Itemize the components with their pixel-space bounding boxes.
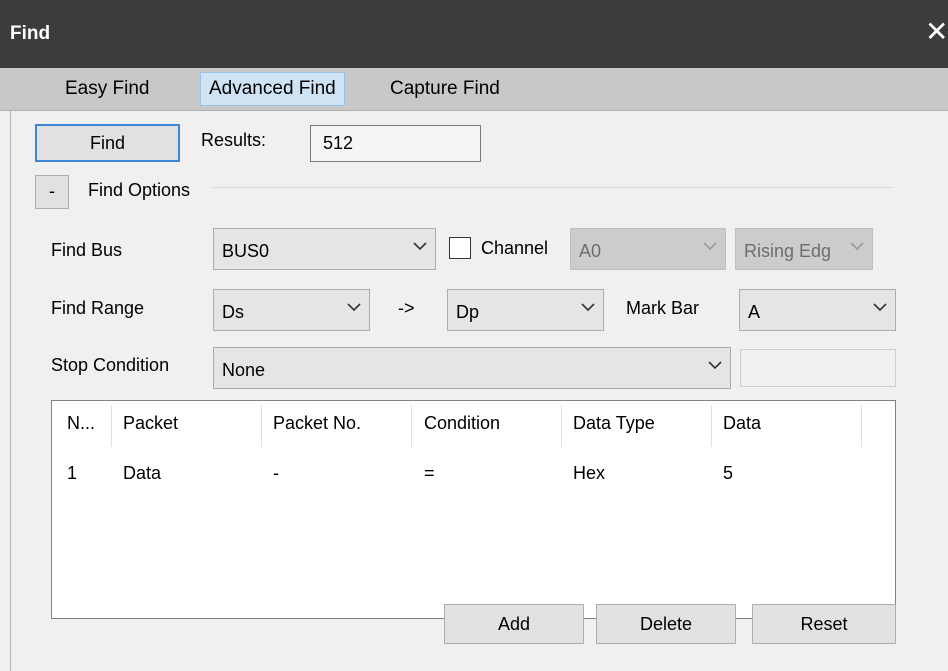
stop-condition-select[interactable]: None <box>213 347 731 389</box>
tab-capture-find[interactable]: Capture Find <box>382 72 508 106</box>
range-from-select[interactable]: Ds <box>213 289 370 331</box>
cell-data-type: Hex <box>573 463 606 483</box>
col-divider[interactable] <box>411 405 412 447</box>
cell-data: 5 <box>723 463 734 483</box>
tab-easy-find[interactable]: Easy Find <box>57 72 157 106</box>
close-icon[interactable]: ✕ <box>925 17 948 47</box>
cell-packet-no: - <box>273 463 279 483</box>
table-row[interactable] <box>52 455 895 491</box>
col-header-data[interactable]: Data <box>723 413 761 434</box>
col-divider[interactable] <box>711 405 712 447</box>
tab-advanced-find[interactable]: Advanced Find <box>200 72 345 106</box>
channel-label: Channel <box>481 238 549 258</box>
find-bus-label: Find Bus <box>51 240 123 260</box>
channel-value: A0 <box>579 241 602 261</box>
range-to-select[interactable]: Dp <box>447 289 604 331</box>
results-label: Results: <box>201 130 267 150</box>
col-header-no[interactable]: N... <box>67 413 95 434</box>
col-header-condition[interactable]: Condition <box>424 413 500 434</box>
add-button[interactable]: Add <box>444 604 584 644</box>
range-arrow: -> <box>398 298 415 318</box>
find-bus-select[interactable]: BUS0 <box>213 228 436 270</box>
chevron-down-icon <box>347 303 361 312</box>
chevron-down-icon <box>703 242 717 251</box>
stop-condition-extra <box>740 349 896 387</box>
mark-bar-label: Mark Bar <box>626 298 700 318</box>
range-from-value: Ds <box>222 302 244 322</box>
edge-value: Rising Edg <box>744 241 832 261</box>
tab-strip: Easy Find Advanced Find Capture Find <box>0 68 948 111</box>
cell-packet: Data <box>123 463 162 483</box>
find-options-label: Find Options <box>88 180 191 200</box>
reset-button[interactable]: Reset <box>752 604 896 644</box>
col-header-data-type[interactable]: Data Type <box>573 413 655 434</box>
col-divider[interactable] <box>861 405 862 447</box>
chevron-down-icon <box>581 303 595 312</box>
results-value: 512 <box>310 125 481 162</box>
collapse-button[interactable]: - <box>35 175 69 209</box>
title-bar: Find ✕ <box>0 0 948 68</box>
cell-no: 1 <box>67 463 78 483</box>
cell-condition: = <box>424 463 435 483</box>
col-divider[interactable] <box>261 405 262 447</box>
edge-select[interactable]: Rising Edg <box>735 228 873 270</box>
window-title: Find <box>10 23 51 44</box>
mark-bar-value: A <box>748 302 761 322</box>
range-to-value: Dp <box>456 302 480 322</box>
chevron-down-icon <box>873 303 887 312</box>
col-header-packet-no[interactable]: Packet No. <box>273 413 361 434</box>
stop-condition-label: Stop Condition <box>51 355 170 375</box>
find-range-label: Find Range <box>51 298 145 318</box>
chevron-down-icon <box>708 361 722 370</box>
col-divider[interactable] <box>561 405 562 447</box>
col-header-packet[interactable]: Packet <box>123 413 178 434</box>
mark-bar-select[interactable]: A <box>739 289 896 331</box>
channel-checkbox[interactable] <box>449 237 471 259</box>
stop-condition-value: None <box>222 360 266 380</box>
chevron-down-icon <box>413 242 427 251</box>
find-bus-value: BUS0 <box>222 241 270 261</box>
chevron-down-icon <box>850 242 864 251</box>
delete-button[interactable]: Delete <box>596 604 736 644</box>
find-button[interactable]: Find <box>35 124 180 162</box>
group-divider <box>213 187 893 188</box>
col-divider[interactable] <box>111 405 112 447</box>
channel-select[interactable]: A0 <box>570 228 726 270</box>
